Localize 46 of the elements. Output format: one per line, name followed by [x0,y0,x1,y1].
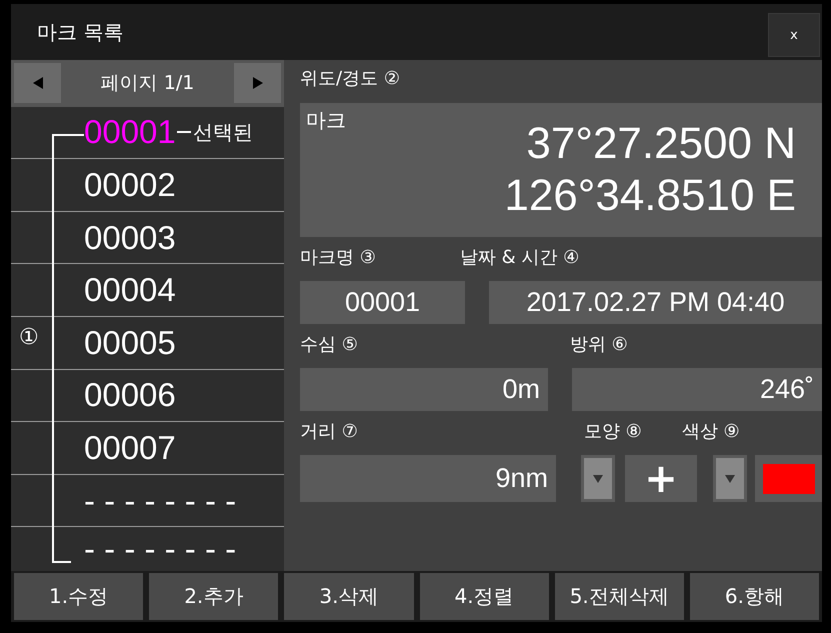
mark-list-item[interactable]: - - - - - - - - [84,482,236,520]
caret-icon [725,474,735,482]
mark-list-item[interactable]: - - - - - - - - [84,530,236,568]
datetime-field[interactable]: 2017.02.27 PM 04:40 [489,281,822,324]
function-button[interactable]: 5.전체삭제 [554,573,684,620]
shape-preview: + [625,455,697,502]
mark-list-item[interactable]: 00006 [84,376,176,414]
function-button[interactable]: 6.항해 [690,573,819,620]
function-button[interactable]: 1.수정 [14,573,144,620]
caret-icon [593,474,603,482]
field-label: 거리 ⑦ [300,420,358,443]
field-label: 수심 ⑤ [300,333,358,356]
leader-line [176,131,191,134]
field-label: 색상 ⑨ [682,420,740,443]
mark-list-item[interactable]: 00004 [84,271,176,310]
window-title: 마크 목록 [37,18,124,46]
mark-list-item[interactable]: 00005 [84,324,176,362]
page-indicator: 페이지 1/1 [100,71,194,96]
field-label: 방위 ⑥ [570,333,628,356]
function-button[interactable]: 4.정렬 [420,573,549,620]
close-button[interactable]: x [768,13,820,57]
mark-list-item[interactable]: 00007 [84,428,176,467]
annotation-text: 선택된 [192,118,253,146]
mark-list-item[interactable]: 00001 [84,113,176,152]
mark-name-field[interactable]: 00001 [300,281,465,324]
longitude-text: 126°34.8510 E [504,170,796,222]
field-label: 마크명 ③ [300,246,376,269]
function-button[interactable]: 2.추가 [149,573,278,620]
previous-page-button[interactable] [14,63,61,104]
next-page-button[interactable] [234,63,281,104]
color-dropdown[interactable] [713,455,747,502]
mark-list-item[interactable]: 00003 [84,218,176,257]
distance-field[interactable]: 9nm [300,455,556,502]
left-triangle-icon [30,76,44,90]
shape-dropdown[interactable] [581,455,615,502]
coordinate-caption: 마크 [306,107,346,134]
mark-list-item[interactable]: 00002 [84,166,176,204]
field-label: 위도/경도 ② [300,67,401,90]
annotation-number: ① [19,325,39,350]
latitude-text: 37°27.2500 N [526,118,796,170]
depth-field[interactable]: 0m [300,368,548,411]
right-triangle-icon [250,76,264,90]
field-label: 날짜 & 시간 ④ [460,246,580,269]
bearing-field[interactable]: 246˚ [572,368,822,411]
field-label: 모양 ⑧ [584,420,642,443]
function-button[interactable]: 3.삭제 [284,573,414,620]
